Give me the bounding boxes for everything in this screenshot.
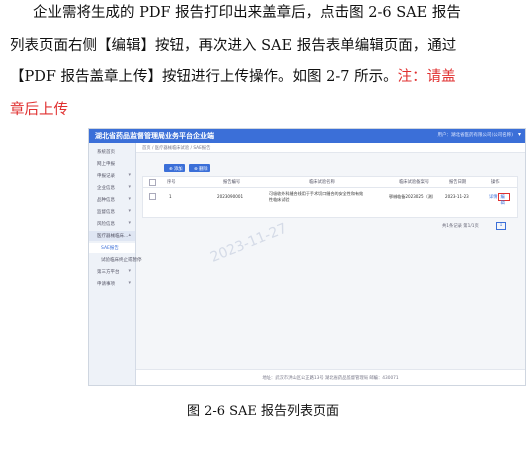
- pagination-page[interactable]: 1: [496, 222, 506, 230]
- column-header-trial-name: 临床试验名称: [309, 180, 335, 185]
- column-header-record-no: 临床试验备案号: [399, 180, 430, 185]
- sidebar-item-application[interactable]: 申请事项 ▾: [89, 279, 135, 289]
- breadcrumb: 首页 / 医疗器械临床试验 / SAE报告: [142, 146, 211, 151]
- column-header-report-no: 报告编号: [223, 180, 241, 185]
- sae-report-list-screenshot: 湖北省药品监督管理局业务平台企业端 用户：湖北省医药有限公司(公司名称) ▾ 系…: [88, 128, 526, 386]
- main-content: 首页 / 医疗器械临床试验 / SAE报告 ⊕ 添加 ⊗ 删除 序号 报告编号 …: [136, 143, 525, 385]
- sidebar-item-third-party[interactable]: 第三方平台 ▾: [89, 267, 135, 277]
- sidebar-item-online-declare[interactable]: 网上申报: [89, 159, 135, 169]
- sidebar-item-risk-info[interactable]: 风险信息 ▾: [89, 219, 135, 229]
- sidebar-item-clinical-trial[interactable]: 医疗器械临床... ▴: [89, 231, 135, 241]
- row-checkbox[interactable]: [149, 193, 156, 200]
- add-button[interactable]: ⊕ 添加: [164, 164, 185, 172]
- sidebar-item-supervision-info[interactable]: 监督信息 ▾: [89, 207, 135, 217]
- column-header-actions: 操作: [491, 180, 500, 185]
- header-divider: [143, 187, 517, 188]
- sidebar-item-declare-records[interactable]: 申报记录 ▾: [89, 171, 135, 181]
- sidebar-item-variety-info[interactable]: 品种信息 ▾: [89, 195, 135, 205]
- sidebar-item-trial-suspension[interactable]: 试验临床终止或暂停: [89, 255, 142, 265]
- sidebar-item-sae-report[interactable]: SAE报告: [89, 243, 135, 253]
- pagination-info: 共1条记录 第1/1页: [442, 224, 479, 229]
- paragraph-line-2: 列表页面右侧【编辑】按钮，再次进入 SAE 报告表单编辑页面，通过: [10, 38, 457, 54]
- table-cell-trial-name-cont: 性临床试验: [269, 197, 290, 202]
- note-text-continued: 章后上传: [10, 102, 68, 118]
- user-info[interactable]: 用户：湖北省医药有限公司(公司名称): [437, 132, 513, 138]
- chevron-down-icon: ▾: [128, 208, 131, 214]
- note-text: 注：请盖: [397, 69, 456, 85]
- delete-button[interactable]: ⊗ 删除: [189, 164, 210, 172]
- chevron-down-icon: ▾: [128, 184, 131, 190]
- select-all-checkbox[interactable]: [149, 179, 156, 186]
- chevron-down-icon: ▾: [128, 280, 131, 286]
- sidebar: 系统首页 网上申报 申报记录 ▾ 企业信息 ▾ 品种信息 ▾ 监督信息 ▾ 风险信息 ▾ …: [89, 143, 142, 385]
- paragraph-line-3: 【PDF 报告盖章上传】按钮进行上传操作。如图 2-7 所示。注：请盖: [10, 67, 456, 87]
- edit-button[interactable]: 编辑: [498, 192, 510, 206]
- chevron-down-icon[interactable]: ▾: [518, 131, 521, 138]
- chevron-down-icon: ▾: [128, 268, 131, 274]
- chevron-down-icon: ▾: [128, 196, 131, 202]
- column-header-date: 报告日期: [449, 180, 467, 185]
- table-cell-record-no: 鄂械临备2023025（测）: [389, 194, 436, 199]
- page-footer: 地址：武汉市洪山区公正路13号 湖北省药品监督管理局 邮编：430071: [136, 369, 525, 385]
- table-cell-report-no: 2023090001: [217, 194, 244, 199]
- table-cell-index: 1: [169, 194, 172, 199]
- app-title: 湖北省药品监督管理局业务平台企业端: [95, 132, 214, 140]
- chevron-down-icon: ▾: [128, 172, 131, 178]
- figure-caption: 图 2-6 SAE 报告列表页面: [186, 404, 340, 419]
- paragraph-line-3-text: 【PDF 报告盖章上传】按钮进行上传操作。如图 2-7 所示。: [10, 69, 398, 85]
- chevron-up-icon: ▴: [128, 232, 131, 238]
- view-link[interactable]: 详情: [489, 194, 498, 200]
- breadcrumb-bar: 首页 / 医疗器械临床试验 / SAE报告: [136, 143, 525, 153]
- column-header-index: 序号: [167, 180, 176, 185]
- chevron-down-icon: ▾: [128, 220, 131, 226]
- sae-report-table: 序号 报告编号 临床试验名称 临床试验备案号 报告日期 操作 1 2023090…: [142, 176, 518, 218]
- footer-address: 地址：武汉市洪山区公正路13号 湖北省药品监督管理局 邮编：430071: [262, 376, 399, 381]
- app-header: 湖北省药品监督管理局业务平台企业端 用户：湖北省医药有限公司(公司名称) ▾: [89, 129, 525, 143]
- sidebar-item-home[interactable]: 系统首页: [89, 147, 135, 157]
- watermark: 2023-11-27: [208, 220, 290, 266]
- paragraph-line-1: 企业需将生成的 PDF 报告打印出来盖章后，点击图 2-6 SAE 报告: [33, 5, 461, 21]
- edit-button-label: 编辑: [500, 195, 505, 206]
- table-cell-date: 2023-11-23: [445, 194, 469, 199]
- sidebar-item-company-info[interactable]: 企业信息 ▾: [89, 183, 135, 193]
